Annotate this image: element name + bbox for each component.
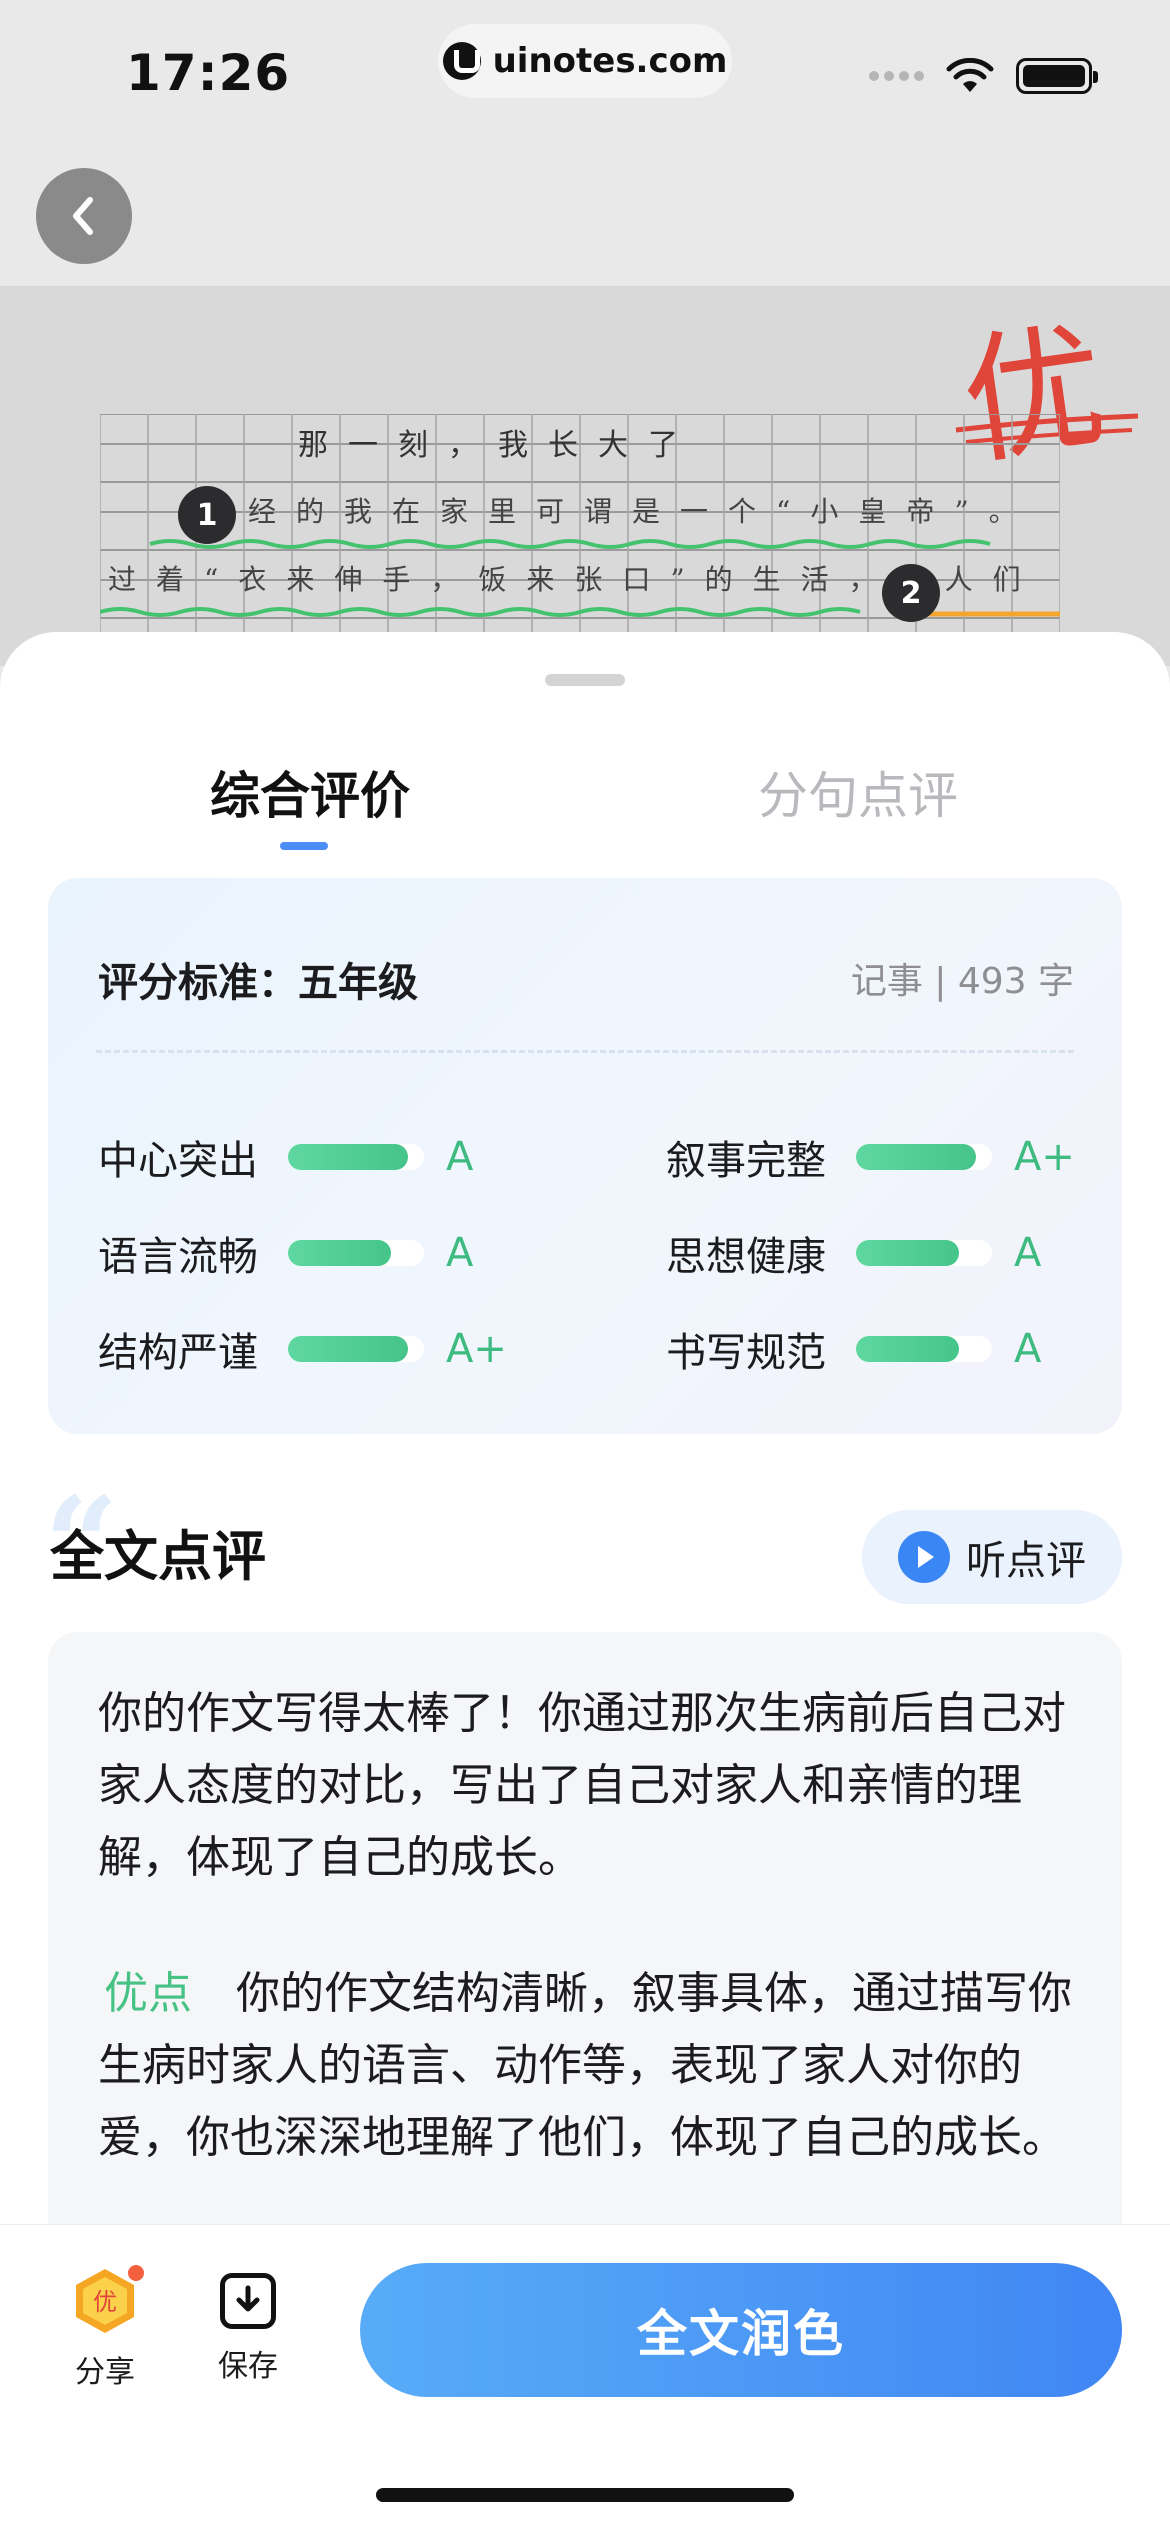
review-summary: 你的作文写得太棒了！你通过那次生病前后自己对家人态度的对比，写出了自己对家人和亲… bbox=[98, 1688, 1066, 1883]
metric-bar bbox=[856, 1336, 992, 1362]
essay-photo[interactable]: 优 那一刻，我长大了 曾经的我在家里可谓是一个“小皇帝”。 过着“衣来伸手，饭来… bbox=[0, 286, 1170, 666]
site-logo-icon bbox=[442, 42, 481, 80]
metric-grade: A+ bbox=[446, 1326, 507, 1372]
listen-review-button[interactable]: 听点评 bbox=[862, 1510, 1122, 1604]
metric-row: 语言流畅 A bbox=[98, 1224, 473, 1282]
metric-grade: A bbox=[446, 1230, 474, 1276]
download-icon bbox=[220, 2273, 276, 2329]
essay-line-1: 曾经的我在家里可谓是一个“小皇帝”。 bbox=[200, 495, 1037, 528]
share-icon: 优 bbox=[72, 2265, 144, 2335]
play-icon bbox=[898, 1531, 950, 1583]
tab-sentence[interactable]: 分句点评 bbox=[758, 756, 958, 828]
metric-grade: A bbox=[1014, 1326, 1042, 1372]
metric-row: 结构严谨 A+ bbox=[98, 1320, 507, 1378]
metric-bar-fill bbox=[856, 1240, 960, 1266]
metric-bar-fill bbox=[856, 1144, 976, 1170]
sheet-drag-handle[interactable] bbox=[545, 674, 625, 686]
polish-essay-button[interactable]: 全文润色 bbox=[360, 2263, 1122, 2397]
home-indicator bbox=[376, 2488, 794, 2502]
metric-row: 书写规范 A bbox=[666, 1320, 1041, 1378]
metric-grade: A bbox=[1014, 1230, 1042, 1276]
metric-bar bbox=[288, 1240, 424, 1266]
metric-bar-fill bbox=[856, 1336, 960, 1362]
merit-label: 优点 bbox=[104, 1968, 192, 2019]
metric-row: 思想健康 A bbox=[666, 1224, 1041, 1282]
metric-row: 中心突出 A bbox=[98, 1128, 473, 1186]
share-label: 分享 bbox=[75, 2355, 135, 2390]
metric-bar-fill bbox=[288, 1336, 408, 1362]
annotation-badge[interactable]: 2 bbox=[882, 564, 940, 622]
metric-name: 书写规范 bbox=[666, 1330, 826, 1376]
bottom-bar: 优 分享 保存 全文润色 bbox=[0, 2224, 1170, 2532]
divider bbox=[96, 1050, 1074, 1053]
listen-label: 听点评 bbox=[966, 1538, 1086, 1584]
metric-bar bbox=[288, 1144, 424, 1170]
notification-dot bbox=[128, 2265, 144, 2281]
metric-grade: A+ bbox=[1014, 1134, 1075, 1180]
metric-bar-fill bbox=[288, 1144, 408, 1170]
chevron-left-icon bbox=[73, 197, 93, 235]
signal-icon bbox=[869, 71, 924, 81]
save-button[interactable]: 保存 bbox=[218, 2267, 278, 2385]
review-merit: 优点 你的作文结构清晰，叙事具体，通过描写你生病时家人的语言、动作等，表现了家人对… bbox=[98, 1958, 1072, 2174]
essay-title-line: 那一刻，我长大了 bbox=[298, 428, 698, 463]
metric-name: 语言流畅 bbox=[98, 1234, 258, 1280]
url-text: uinotes.com bbox=[492, 41, 728, 81]
tab-indicator bbox=[280, 842, 328, 850]
metric-bar bbox=[856, 1144, 992, 1170]
metric-name: 叙事完整 bbox=[666, 1138, 826, 1184]
metric-bar-fill bbox=[288, 1240, 392, 1266]
share-badge-icon: 优 bbox=[76, 2269, 134, 2333]
metric-row: 叙事完整 A+ bbox=[666, 1128, 1075, 1186]
status-bar: 17:26 uinotes.com bbox=[0, 0, 1170, 150]
metric-name: 思想健康 bbox=[666, 1234, 826, 1280]
metric-bar bbox=[856, 1240, 992, 1266]
url-pill[interactable]: uinotes.com bbox=[438, 24, 732, 98]
battery-icon bbox=[1016, 58, 1098, 94]
metric-bar bbox=[288, 1336, 424, 1362]
clock: 17:26 bbox=[126, 44, 291, 102]
merit-text: 你的作文结构清晰，叙事具体，通过描写你生病时家人的语言、动作等，表现了家人对你的… bbox=[98, 1968, 1072, 2163]
share-badge-text: 优 bbox=[93, 2288, 117, 2316]
share-button[interactable]: 优 分享 bbox=[72, 2265, 144, 2391]
save-label: 保存 bbox=[218, 2349, 278, 2384]
tab-overall[interactable]: 综合评价 bbox=[210, 756, 410, 828]
metric-grade: A bbox=[446, 1134, 474, 1180]
back-button[interactable] bbox=[36, 168, 132, 264]
essay-meta: 记事 | 493 字 bbox=[850, 961, 1074, 1002]
metric-name: 结构严谨 bbox=[98, 1330, 258, 1376]
grading-standard: 评分标准：五年级 bbox=[98, 960, 418, 1006]
status-icons bbox=[869, 58, 1098, 94]
score-card: 评分标准：五年级 记事 | 493 字 中心突出 A 叙事完整 A+ 语言流畅 … bbox=[48, 878, 1122, 1434]
annotation-badge[interactable]: 1 bbox=[178, 486, 236, 544]
wifi-icon bbox=[946, 58, 994, 92]
metric-name: 中心突出 bbox=[98, 1138, 258, 1184]
section-title: 全文点评 bbox=[50, 1525, 266, 1588]
